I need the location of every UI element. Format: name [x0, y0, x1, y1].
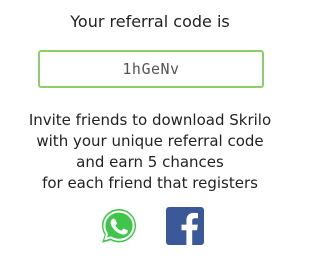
whatsapp-icon: [102, 209, 136, 243]
invite-description: Invite friends to download Skrilo with y…: [0, 110, 300, 194]
share-whatsapp-button[interactable]: [99, 206, 139, 246]
invite-line: with your unique referral code: [36, 132, 264, 150]
referral-heading: Your referral code is: [70, 12, 230, 31]
share-facebook-button[interactable]: [166, 207, 206, 247]
invite-line: Invite friends to download Skrilo: [28, 111, 272, 129]
share-buttons: [0, 206, 300, 246]
referral-code-value: 1hGeNv: [122, 60, 180, 78]
invite-line: for each friend that registers: [42, 174, 258, 192]
referral-code-field[interactable]: 1hGeNv: [38, 50, 264, 88]
referral-panel: Your referral code is 1hGeNv Invite frie…: [0, 0, 300, 270]
facebook-icon: [166, 207, 204, 245]
invite-line: and earn 5 chances: [76, 153, 224, 171]
